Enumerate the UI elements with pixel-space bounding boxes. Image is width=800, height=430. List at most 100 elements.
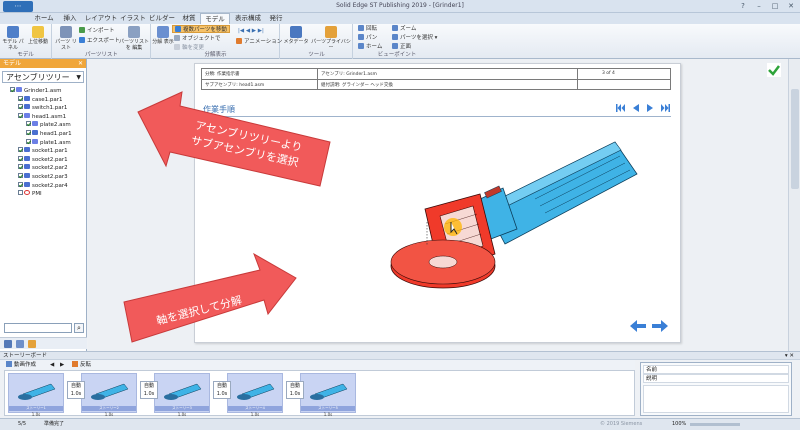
tree-item[interactable]: Grinder1.asm <box>10 87 62 95</box>
visibility-checkbox[interactable] <box>18 147 23 153</box>
ribbon-group-model: モデル パネル 上位移動 モデル <box>0 24 52 59</box>
animation-step[interactable]: 自動 1.0s <box>140 381 158 399</box>
scrollbar-thumb[interactable] <box>791 89 799 189</box>
parts-privacy-button[interactable]: パーツプライバシー <box>311 26 351 51</box>
animation-button[interactable]: アニメーション <box>236 38 282 46</box>
export-button[interactable]: エクスポート <box>79 37 120 45</box>
zoom-icon <box>392 25 398 31</box>
tab-material[interactable]: 材質 <box>180 13 198 24</box>
move-parts-button[interactable]: 複数パーツを移動 <box>172 25 230 33</box>
tree-item[interactable]: head1.par1 <box>26 130 72 138</box>
create-animation-button[interactable]: 動画作成 <box>6 361 36 369</box>
visibility-checkbox[interactable] <box>18 173 23 178</box>
pan-button[interactable]: パン <box>358 34 377 42</box>
tree-item[interactable]: case1.par1 <box>18 95 63 104</box>
zoom-button[interactable]: ズーム <box>392 25 416 33</box>
vertical-scrollbar[interactable] <box>788 59 800 351</box>
visibility-checkbox[interactable] <box>18 190 23 196</box>
storyboard-next-button[interactable]: ▶ <box>60 361 64 369</box>
visibility-checkbox[interactable] <box>18 181 23 187</box>
tab-home[interactable]: ホーム <box>32 13 56 24</box>
visibility-checkbox[interactable] <box>18 155 23 161</box>
grid-icon[interactable] <box>4 340 12 348</box>
storyboard-frame[interactable]: ストーリー3 <box>154 373 210 413</box>
confirm-check-icon[interactable] <box>767 63 781 77</box>
import-button[interactable]: インポート <box>79 27 115 35</box>
visibility-checkbox[interactable] <box>18 112 23 118</box>
tree-item[interactable]: head1.asm1 <box>18 112 66 121</box>
playback-controls[interactable]: |◀ ◀ ▶ ▶| <box>238 27 264 35</box>
rotate-button[interactable]: 回転 <box>358 25 377 33</box>
close-button[interactable]: ✕ <box>786 1 796 11</box>
tab-publish[interactable]: 発行 <box>266 13 286 24</box>
select-icon <box>392 34 398 40</box>
panel-pin-icon[interactable]: ▾ ✕ <box>785 352 794 360</box>
tree-item-label: Grinder1.asm <box>24 88 62 94</box>
description-area[interactable] <box>643 385 789 413</box>
parts-list-button[interactable]: パーツ リスト <box>55 26 77 51</box>
close-icon[interactable]: ✕ <box>78 59 83 68</box>
description-field[interactable]: 説明 <box>643 374 789 383</box>
tree-item[interactable]: socket2.par3 <box>18 173 68 181</box>
tree-item[interactable]: PMI <box>18 190 42 198</box>
arrow-right-icon[interactable] <box>652 320 668 332</box>
first-page-icon[interactable] <box>616 104 626 112</box>
reverse-button[interactable]: 反転 <box>72 361 91 369</box>
search-input[interactable] <box>4 323 72 333</box>
visibility-checkbox[interactable] <box>26 121 31 127</box>
arrow-left-icon[interactable] <box>630 320 646 332</box>
tree-item-label: socket2.par3 <box>32 174 68 180</box>
tree-item[interactable]: socket2.par2 <box>18 164 68 172</box>
tab-layout[interactable]: レイアウト <box>84 13 118 24</box>
frame-duration: 1.0s <box>31 412 41 417</box>
image-icon[interactable] <box>16 340 24 348</box>
model-panel-button[interactable]: モデル パネル <box>2 26 24 51</box>
tab-insert[interactable]: 挿入 <box>60 13 80 24</box>
visibility-checkbox[interactable] <box>18 164 23 170</box>
visibility-checkbox[interactable] <box>26 138 31 144</box>
grinder-model-view[interactable] <box>385 134 645 309</box>
search-icon[interactable]: ⌕ <box>74 323 84 333</box>
storyboard-prev-button[interactable]: ◀ <box>50 361 54 369</box>
storyboard-frame[interactable]: ストーリー5 <box>300 373 356 413</box>
name-field[interactable]: 名前 <box>643 365 789 374</box>
previous-page-icon[interactable] <box>632 104 640 112</box>
tree-item[interactable]: socket2.par1 <box>18 155 68 164</box>
visibility-checkbox[interactable] <box>26 130 31 135</box>
list-icon[interactable] <box>28 340 36 348</box>
part-icon <box>32 130 38 135</box>
visibility-checkbox[interactable] <box>10 87 15 92</box>
maximize-button[interactable]: □ <box>770 1 780 11</box>
visibility-checkbox[interactable] <box>18 95 23 101</box>
storyboard-frame[interactable]: ストーリー2 <box>81 373 137 413</box>
frame-thumbnail <box>17 380 57 404</box>
view-mode-dropdown[interactable]: アセンブリツリー ▼ <box>2 71 84 83</box>
animation-step[interactable]: 自動 1.0s <box>213 381 231 399</box>
animation-step[interactable]: 自動 1.0s <box>286 381 304 399</box>
visibility-checkbox[interactable] <box>18 104 23 110</box>
tab-builder[interactable]: ビルダー <box>149 13 175 24</box>
tab-model[interactable]: モデル <box>200 13 230 24</box>
tree-item[interactable]: socket1.par1 <box>18 147 68 155</box>
tree-item[interactable]: socket2.par4 <box>18 181 68 190</box>
tree-item[interactable]: plate1.asm <box>26 138 71 147</box>
object-button[interactable]: オブジェクトで <box>174 35 221 43</box>
tree-item[interactable]: plate2.asm <box>26 121 71 129</box>
edit-parts-list-button[interactable]: パーツリストを 編集 <box>119 26 149 51</box>
frame-caption: ストーリー4 <box>228 406 282 411</box>
animation-step[interactable]: 自動 1.0s <box>67 381 85 399</box>
help-icon[interactable]: ? <box>738 1 748 11</box>
move-top-button[interactable]: 上位移動 <box>27 26 49 45</box>
tab-illustration[interactable]: イラスト <box>120 13 146 24</box>
minimize-button[interactable]: – <box>754 1 764 11</box>
storyboard-frame[interactable]: ストーリー1 <box>8 373 64 413</box>
tree-item[interactable]: switch1.par1 <box>18 104 67 112</box>
select-parts-dropdown[interactable]: パーツを選択 ▾ <box>392 34 437 42</box>
tab-display-config[interactable]: 表示構成 <box>232 13 264 24</box>
next-page-icon[interactable] <box>646 104 654 112</box>
explode-display-button[interactable]: 分解 表示 <box>152 26 174 45</box>
storyboard-frame[interactable]: ストーリー4 <box>227 373 283 413</box>
zoom-slider[interactable] <box>690 423 740 426</box>
last-page-icon[interactable] <box>660 104 670 112</box>
metadata-button[interactable]: メタデータ <box>283 26 309 45</box>
